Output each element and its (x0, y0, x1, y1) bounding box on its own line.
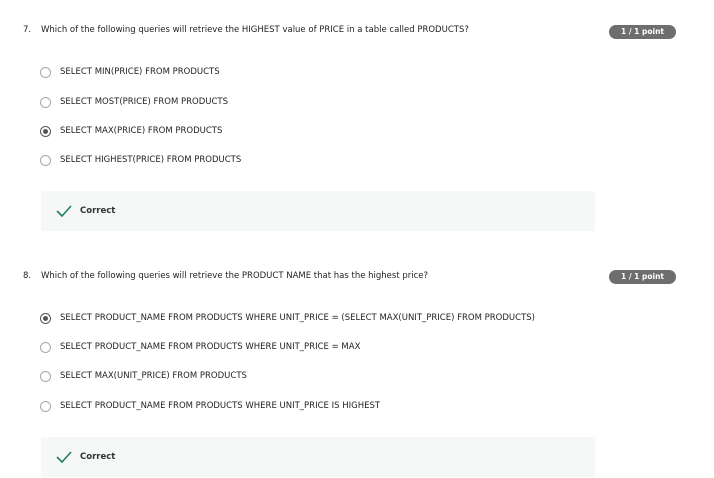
radio-button[interactable] (40, 154, 51, 166)
checkmark-icon (56, 451, 72, 463)
radio-button[interactable] (40, 66, 51, 78)
option-label: SELECT MOST(PRICE) FROM PRODUCTS (60, 97, 229, 107)
option-label: SELECT MAX(PRICE) FROM PRODUCTS (60, 126, 223, 136)
option-label: SELECT HIGHEST(PRICE) FROM PRODUCTS (60, 155, 242, 165)
q8-option-3[interactable]: SELECT MAX(UNIT_PRICE) FROM PRODUCTS (40, 368, 247, 384)
feedback-text: Correct (80, 206, 116, 216)
radio-button[interactable] (40, 341, 51, 353)
q8-option-1[interactable]: SELECT PRODUCT_NAME FROM PRODUCTS WHERE … (40, 310, 535, 326)
q7-option-4[interactable]: SELECT HIGHEST(PRICE) FROM PRODUCTS (40, 152, 241, 168)
radio-button[interactable] (40, 370, 51, 382)
q7-option-3[interactable]: SELECT MAX(PRICE) FROM PRODUCTS (40, 123, 222, 139)
feedback-text: Correct (80, 452, 116, 462)
option-label: SELECT PRODUCT_NAME FROM PRODUCTS WHERE … (60, 313, 535, 323)
option-label: SELECT MAX(UNIT_PRICE) FROM PRODUCTS (60, 371, 247, 381)
question-8-score-badge: 1 / 1 point (609, 270, 676, 284)
question-7-number: 7. (23, 25, 32, 35)
radio-button[interactable] (40, 96, 51, 108)
radio-button-selected[interactable] (40, 125, 51, 137)
option-label: SELECT PRODUCT_NAME FROM PRODUCTS WHERE … (60, 401, 381, 411)
q8-feedback: Correct (41, 437, 595, 477)
radio-button[interactable] (40, 400, 51, 412)
q7-option-1[interactable]: SELECT MIN(PRICE) FROM PRODUCTS (40, 64, 220, 80)
q7-feedback: Correct (41, 191, 595, 231)
question-7-text: Which of the following queries will retr… (41, 25, 469, 35)
question-7-score-badge: 1 / 1 point (609, 25, 676, 39)
option-label: SELECT PRODUCT_NAME FROM PRODUCTS WHERE … (60, 342, 361, 352)
question-8-number: 8. (23, 271, 32, 281)
checkmark-icon (56, 205, 72, 217)
q8-option-4[interactable]: SELECT PRODUCT_NAME FROM PRODUCTS WHERE … (40, 398, 380, 414)
radio-button-selected[interactable] (40, 312, 51, 324)
option-label: SELECT MIN(PRICE) FROM PRODUCTS (60, 67, 220, 77)
question-8-text: Which of the following queries will retr… (41, 271, 429, 281)
q8-option-2[interactable]: SELECT PRODUCT_NAME FROM PRODUCTS WHERE … (40, 339, 360, 355)
q7-option-2[interactable]: SELECT MOST(PRICE) FROM PRODUCTS (40, 94, 228, 110)
